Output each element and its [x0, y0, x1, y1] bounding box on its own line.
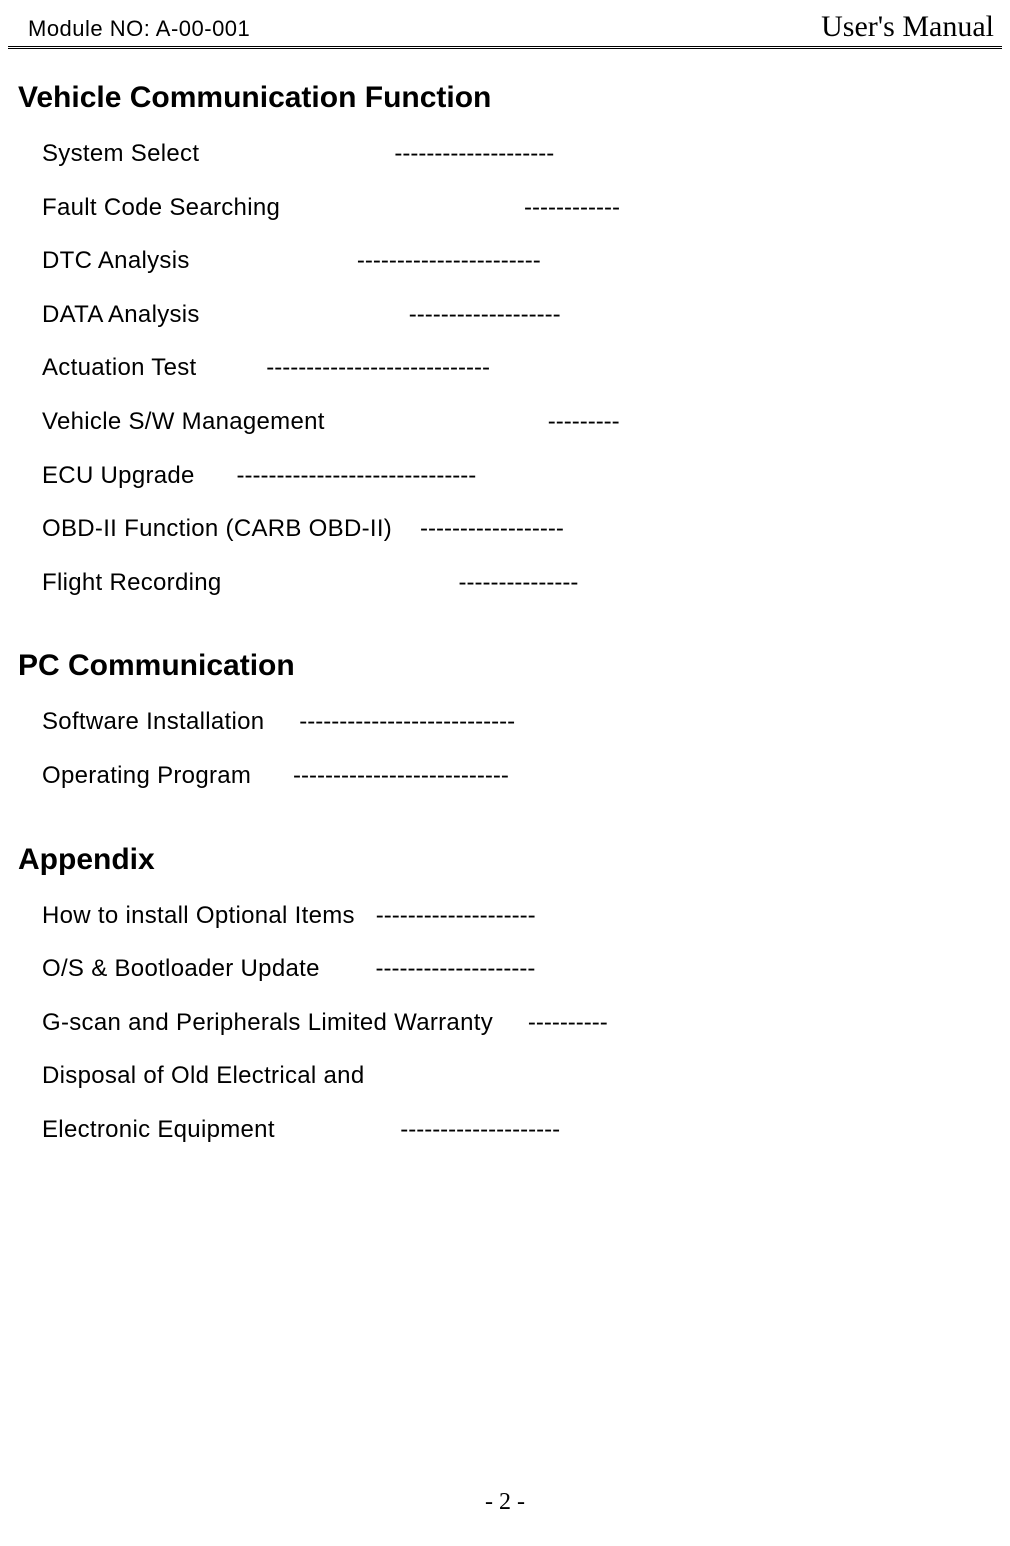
toc-item: OBD-II Function (CARB OBD-II) ----------… [18, 512, 1010, 546]
toc-item: O/S & Bootloader Update ----------------… [18, 952, 1010, 986]
toc-item: Vehicle S/W Management --------- [18, 405, 1010, 439]
toc-spacer [320, 955, 376, 982]
toc-dashes: ------------------ [420, 515, 564, 542]
toc-label: Actuation Test [42, 354, 197, 381]
toc-item: DTC Analysis ----------------------- [18, 244, 1010, 278]
toc-item: How to install Optional Items ----------… [18, 899, 1010, 933]
toc-label: Disposal of Old Electrical and [42, 1062, 364, 1089]
toc-item: Operating Program ----------------------… [18, 759, 1010, 793]
toc-dashes: ---------- [528, 1009, 608, 1036]
toc-dashes: --------------------------- [299, 708, 515, 735]
toc-item: DATA Analysis ------------------- [18, 298, 1010, 332]
toc-item: Disposal of Old Electrical and [18, 1059, 1010, 1093]
toc-label: OBD-II Function (CARB OBD-II) [42, 515, 392, 542]
toc-item: System Select -------------------- [18, 137, 1010, 171]
page-number: - 2 - [0, 1489, 1010, 1516]
toc-spacer [355, 902, 376, 929]
toc-label: O/S & Bootloader Update [42, 955, 320, 982]
toc-item: Actuation Test -------------------------… [18, 351, 1010, 385]
toc-dashes: ------------ [524, 194, 620, 221]
toc-dashes: -------------------- [400, 1116, 560, 1143]
toc-spacer [251, 762, 293, 789]
toc-item: Fault Code Searching ------------ [18, 191, 1010, 225]
toc-dashes: --------------------------- [293, 762, 509, 789]
toc-label: DATA Analysis [42, 301, 200, 328]
toc-dashes: -------------------- [375, 955, 535, 982]
toc-label: ECU Upgrade [42, 462, 195, 489]
toc-spacer [197, 354, 267, 381]
toc-dashes: ----------------------- [357, 247, 541, 274]
toc-spacer [325, 408, 548, 435]
toc-spacer [200, 301, 409, 328]
toc-label: DTC Analysis [42, 247, 190, 274]
toc-item: Electronic Equipment -------------------… [18, 1113, 1010, 1147]
toc-item: G-scan and Peripherals Limited Warranty … [18, 1006, 1010, 1040]
table-of-contents: Vehicle Communication Function System Se… [0, 49, 1010, 1147]
page-header: Module NO: A-00-001 User's Manual [8, 0, 1002, 49]
toc-spacer [222, 569, 459, 596]
toc-item: Software Installation ------------------… [18, 705, 1010, 739]
toc-spacer [264, 708, 299, 735]
toc-spacer [275, 1116, 400, 1143]
manual-title: User's Manual [821, 10, 994, 44]
toc-label: Software Installation [42, 708, 264, 735]
toc-label: Flight Recording [42, 569, 222, 596]
toc-label: G-scan and Peripherals Limited Warranty [42, 1009, 493, 1036]
toc-label: System Select [42, 140, 199, 167]
toc-dashes: -------------------- [394, 140, 554, 167]
toc-spacer [280, 194, 524, 221]
toc-label: Vehicle S/W Management [42, 408, 325, 435]
toc-dashes: ---------------------------- [266, 354, 490, 381]
toc-dashes: --------------- [458, 569, 578, 596]
toc-spacer [493, 1009, 528, 1036]
section-heading-vehicle: Vehicle Communication Function [18, 81, 1010, 115]
module-number: Module NO: A-00-001 [28, 16, 250, 44]
toc-dashes: -------------------- [376, 902, 536, 929]
toc-dashes: ------------------------------ [237, 462, 477, 489]
toc-item: ECU Upgrade ----------------------------… [18, 459, 1010, 493]
toc-dashes: --------- [548, 408, 620, 435]
toc-spacer [392, 515, 420, 542]
toc-spacer [190, 247, 357, 274]
toc-spacer [195, 462, 237, 489]
toc-label: Electronic Equipment [42, 1116, 275, 1143]
toc-label: Operating Program [42, 762, 251, 789]
toc-label: Fault Code Searching [42, 194, 280, 221]
toc-spacer [199, 140, 394, 167]
section-heading-pc: PC Communication [18, 649, 1010, 683]
section-heading-appendix: Appendix [18, 843, 1010, 877]
toc-item: Flight Recording --------------- [18, 566, 1010, 600]
toc-dashes: ------------------- [409, 301, 561, 328]
toc-label: How to install Optional Items [42, 902, 355, 929]
